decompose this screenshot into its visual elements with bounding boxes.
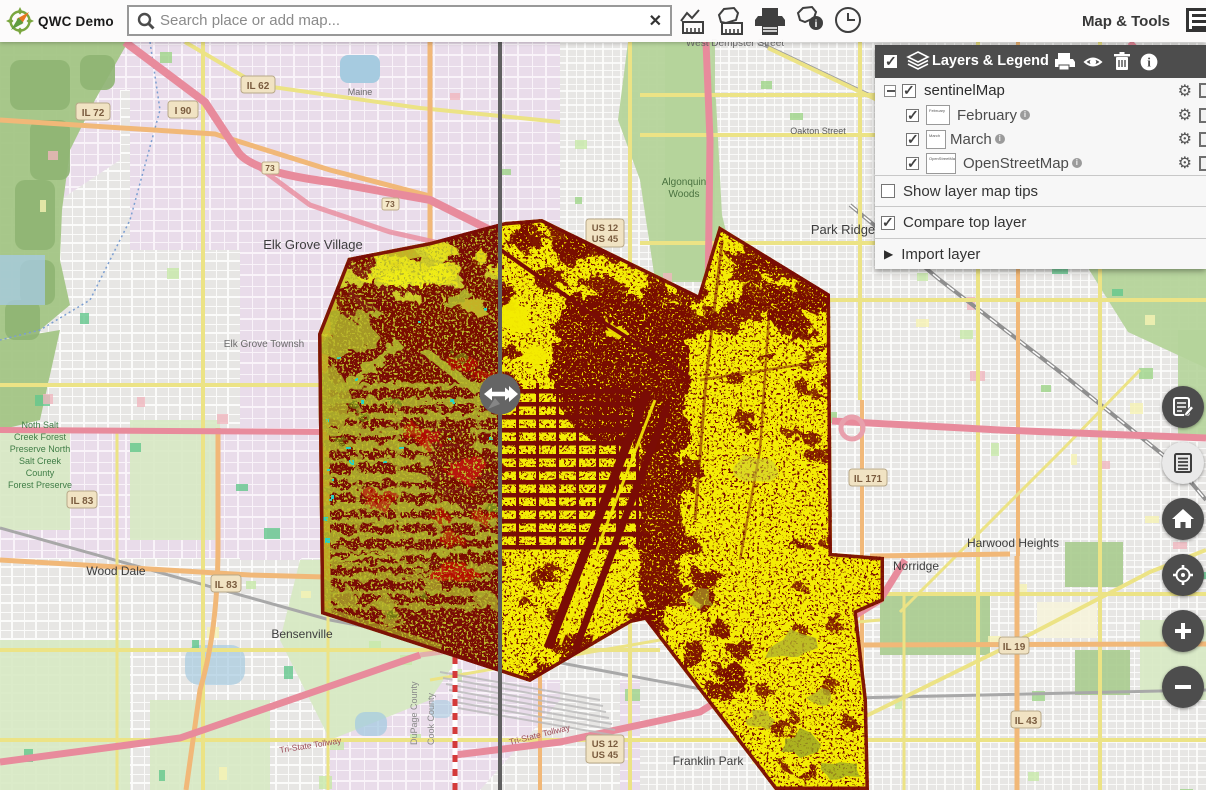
svg-text:I 90: I 90 xyxy=(175,106,192,117)
svg-text:US 45: US 45 xyxy=(592,234,619,245)
svg-text:US 12: US 12 xyxy=(592,739,618,750)
svg-text:IL 43: IL 43 xyxy=(1015,716,1038,727)
svg-text:Noth Salt: Noth Salt xyxy=(21,420,59,430)
svg-text:Bensenville: Bensenville xyxy=(271,627,333,641)
svg-text:73: 73 xyxy=(265,163,275,173)
svg-text:IL 171: IL 171 xyxy=(854,474,883,485)
svg-text:IL 62: IL 62 xyxy=(247,81,270,92)
svg-text:Woods: Woods xyxy=(669,189,700,200)
svg-text:Cook County: Cook County xyxy=(426,692,436,745)
svg-text:Norridge: Norridge xyxy=(893,559,939,573)
svg-text:Creek Forest: Creek Forest xyxy=(14,432,67,442)
svg-text:73: 73 xyxy=(385,199,395,209)
svg-text:IL 19: IL 19 xyxy=(1003,642,1026,653)
svg-text:Preserve North: Preserve North xyxy=(10,444,71,454)
svg-text:Park Ridge: Park Ridge xyxy=(811,222,875,237)
svg-text:Franklin Park: Franklin Park xyxy=(673,754,745,768)
svg-text:County: County xyxy=(26,468,55,478)
svg-text:i: i xyxy=(815,19,818,30)
svg-text:US 45: US 45 xyxy=(592,750,619,761)
svg-text:Harwood Heights: Harwood Heights xyxy=(967,536,1059,550)
svg-text:IL 83: IL 83 xyxy=(215,580,238,591)
svg-text:Wood Dale: Wood Dale xyxy=(86,564,145,578)
svg-text:IL 72: IL 72 xyxy=(82,108,105,119)
svg-text:Elk Grove Townsh: Elk Grove Townsh xyxy=(224,339,304,350)
svg-text:Oakton Street: Oakton Street xyxy=(790,126,846,136)
svg-text:Algonquin: Algonquin xyxy=(662,177,706,188)
svg-text:US 12: US 12 xyxy=(592,223,618,234)
svg-text:IL 83: IL 83 xyxy=(71,496,94,507)
svg-text:i: i xyxy=(1147,55,1151,70)
svg-text:Salt Creek: Salt Creek xyxy=(19,456,62,466)
svg-text:Forest Preserve: Forest Preserve xyxy=(8,480,72,490)
svg-text:DuPage County: DuPage County xyxy=(409,681,419,745)
svg-text:Maine: Maine xyxy=(348,87,373,97)
svg-text:Elk Grove Village: Elk Grove Village xyxy=(263,237,362,252)
